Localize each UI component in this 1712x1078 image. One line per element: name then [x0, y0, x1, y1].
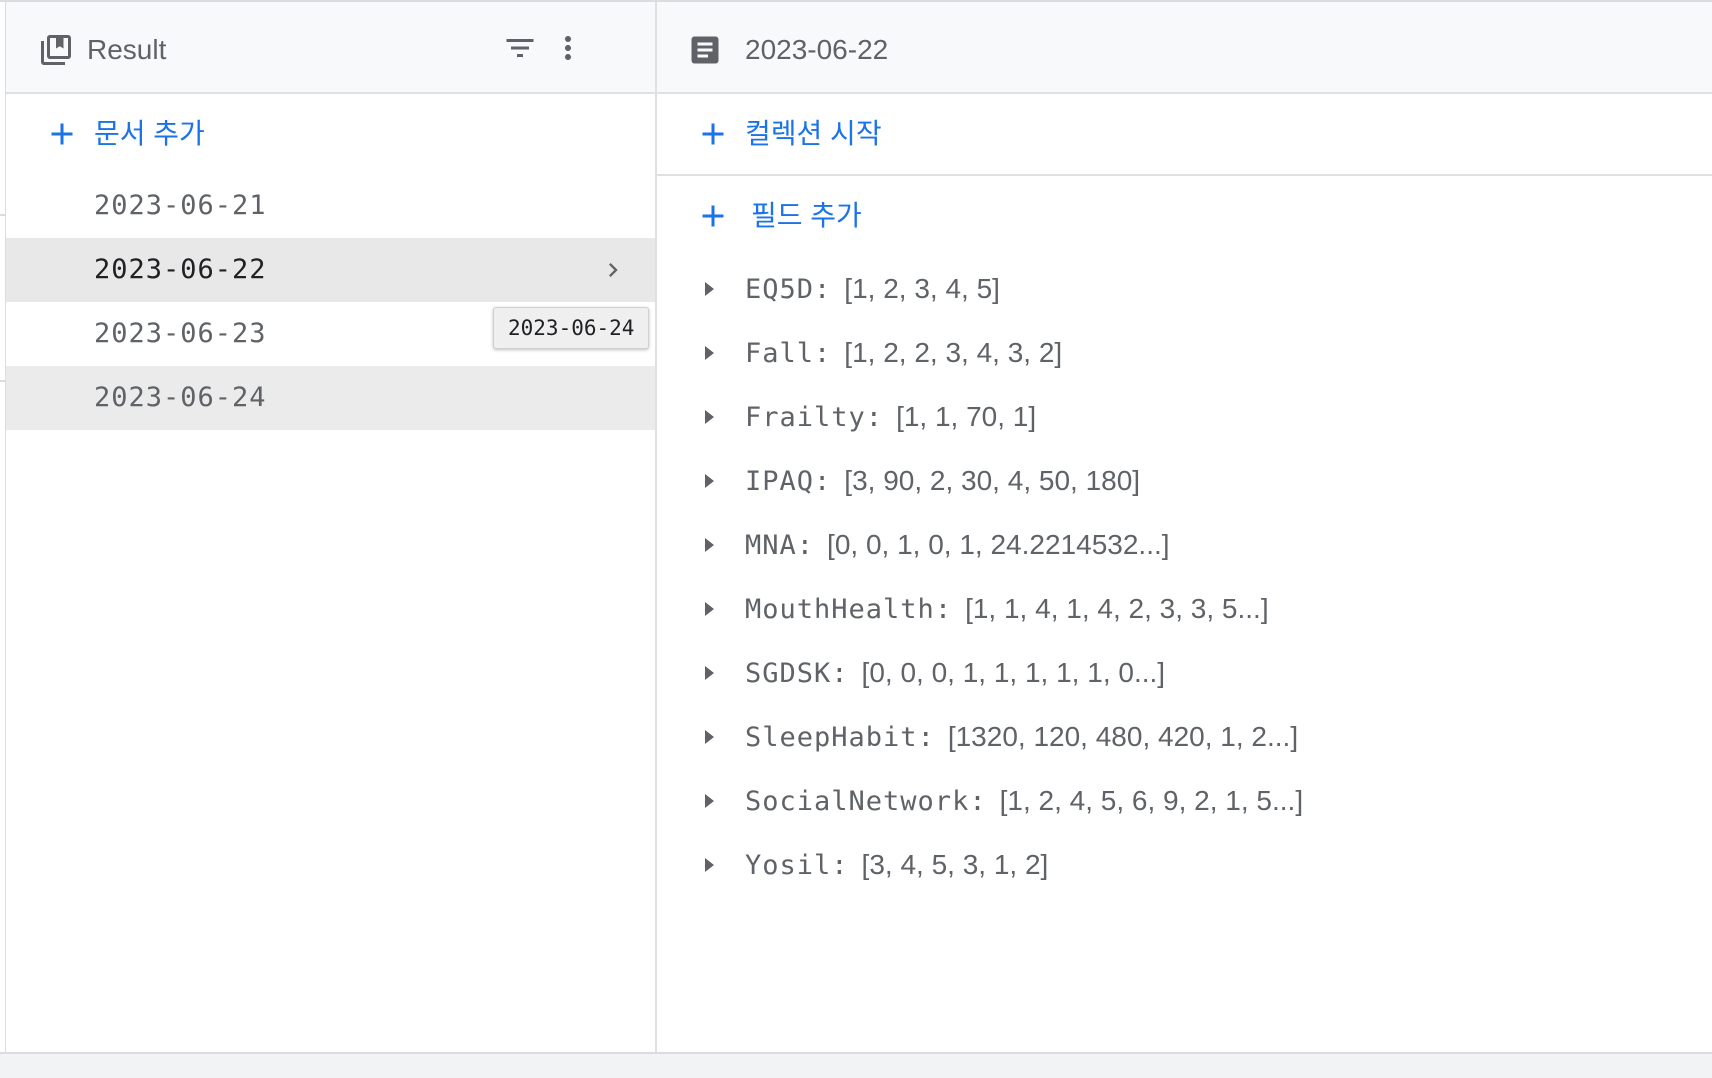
caret-right-icon[interactable]: [697, 853, 721, 877]
field-separator: :: [865, 402, 883, 433]
caret-right-icon[interactable]: [697, 725, 721, 749]
field-key: Yosil: [745, 850, 832, 881]
field-row[interactable]: MNA: [0, 0, 1, 0, 1, 24.2214532...]: [657, 513, 1712, 577]
document-id: 2023-06-24: [94, 382, 267, 413]
field-row[interactable]: Frailty: [1, 1, 70, 1]: [657, 385, 1712, 449]
field-key: SGDSK: [745, 658, 832, 689]
field-row[interactable]: MouthHealth: [1, 1, 4, 1, 4, 2, 3, 3, 5..…: [657, 577, 1712, 641]
field-row[interactable]: SGDSK: [0, 0, 0, 1, 1, 1, 1, 1, 0...]: [657, 641, 1712, 705]
field-row[interactable]: EQ5D: [1, 2, 3, 4, 5]: [657, 257, 1712, 321]
document-title: 2023-06-22: [745, 34, 889, 65]
field-value: [0, 0, 1, 0, 1, 24.2214532...]: [827, 529, 1170, 560]
start-collection-button[interactable]: 컬렉션 시작: [657, 94, 1712, 176]
document-item[interactable]: 2023-06-21: [6, 174, 655, 238]
field-value: [1, 1, 70, 1]: [896, 401, 1037, 432]
document-id: 2023-06-21: [94, 190, 267, 221]
add-document-button[interactable]: 문서 추가: [6, 94, 655, 174]
field-list: EQ5D: [1, 2, 3, 4, 5] Fall: [1, 2, 2, 3, 4…: [657, 257, 1712, 897]
collection-header: Result: [6, 2, 655, 94]
document-list: 2023-06-21 2023-06-22 2023-06-23 2023-06…: [6, 174, 655, 430]
field-key: IPAQ: [745, 466, 815, 497]
field-separator: :: [917, 722, 934, 753]
document-header: 2023-06-22: [657, 2, 1712, 94]
field-row[interactable]: IPAQ: [3, 90, 2, 30, 4, 50, 180]: [657, 449, 1712, 513]
field-value: [0, 0, 0, 1, 1, 1, 1, 1, 0...]: [861, 657, 1166, 688]
field-row[interactable]: SocialNetwork: [1, 2, 4, 5, 6, 9, 2, 1, 5…: [657, 769, 1712, 833]
caret-right-icon[interactable]: [697, 597, 721, 621]
field-value: [3, 90, 2, 30, 4, 50, 180]: [844, 465, 1141, 496]
field-value: [1, 2, 3, 4, 5]: [844, 273, 1000, 304]
document-panel: 2023-06-22 컬렉션 시작 필드 추가 EQ5D: [1, 2, 3, 4…: [657, 2, 1712, 1052]
field-value: [1, 2, 2, 3, 4, 3, 2]: [844, 337, 1063, 368]
caret-right-icon[interactable]: [697, 661, 721, 685]
field-key: EQ5D: [745, 274, 815, 305]
field-key: SocialNetwork: [745, 786, 970, 817]
field-separator: :: [814, 338, 831, 369]
field-separator: :: [831, 850, 848, 881]
caret-right-icon[interactable]: [697, 533, 721, 557]
field-key: SleepHabit: [745, 722, 918, 753]
document-id: 2023-06-23: [94, 318, 267, 349]
collection-icon: [38, 32, 74, 68]
chevron-right-icon: [599, 256, 627, 284]
caret-right-icon[interactable]: [697, 405, 721, 429]
field-key: Frailty: [745, 402, 866, 433]
document-icon: [687, 32, 723, 68]
add-field-label: 필드 추가: [751, 200, 862, 231]
field-value: [1, 2, 4, 5, 6, 9, 2, 1, 5...]: [999, 785, 1304, 816]
field-row[interactable]: SleepHabit: [1320, 120, 480, 420, 1, 2...…: [657, 705, 1712, 769]
plus-icon: [695, 198, 731, 234]
field-row[interactable]: Yosil: [3, 4, 5, 3, 1, 2]: [657, 833, 1712, 897]
field-key: MNA: [745, 530, 797, 561]
more-vert-icon[interactable]: [548, 28, 588, 68]
field-row[interactable]: Fall: [1, 2, 2, 3, 4, 3, 2]: [657, 321, 1712, 385]
field-separator: :: [796, 530, 814, 561]
caret-right-icon[interactable]: [697, 277, 721, 301]
field-separator: :: [831, 658, 848, 689]
field-key: Fall: [745, 338, 815, 369]
field-separator: :: [934, 594, 952, 625]
field-separator: :: [814, 466, 831, 497]
plus-icon: [44, 116, 80, 152]
collection-panel: Result 문서 추가 2023-06-21 2023-06-22 2023-…: [6, 2, 657, 1052]
collection-title: Result: [87, 34, 167, 65]
field-value: [1320, 120, 480, 420, 1, 2...]: [947, 721, 1299, 752]
document-tooltip: 2023-06-24: [493, 307, 650, 349]
field-value: [1, 1, 4, 1, 4, 2, 3, 3, 5...]: [965, 593, 1269, 624]
firestore-data-viewer: Result 문서 추가 2023-06-21 2023-06-22 2023-…: [0, 0, 1712, 1054]
filter-icon[interactable]: [500, 28, 540, 68]
field-separator: :: [969, 786, 986, 817]
caret-right-icon[interactable]: [697, 469, 721, 493]
start-collection-label: 컬렉션 시작: [745, 118, 882, 149]
field-separator: :: [814, 274, 831, 305]
caret-right-icon[interactable]: [697, 341, 721, 365]
document-item-selected[interactable]: 2023-06-22: [6, 238, 655, 302]
document-item-hovered[interactable]: 2023-06-24: [6, 366, 655, 430]
add-document-label: 문서 추가: [94, 118, 205, 149]
plus-icon: [695, 116, 731, 152]
add-field-button[interactable]: 필드 추가: [657, 176, 1712, 256]
document-id: 2023-06-22: [94, 254, 267, 285]
field-value: [3, 4, 5, 3, 1, 2]: [861, 849, 1049, 880]
caret-right-icon[interactable]: [697, 789, 721, 813]
field-key: MouthHealth: [745, 594, 935, 625]
